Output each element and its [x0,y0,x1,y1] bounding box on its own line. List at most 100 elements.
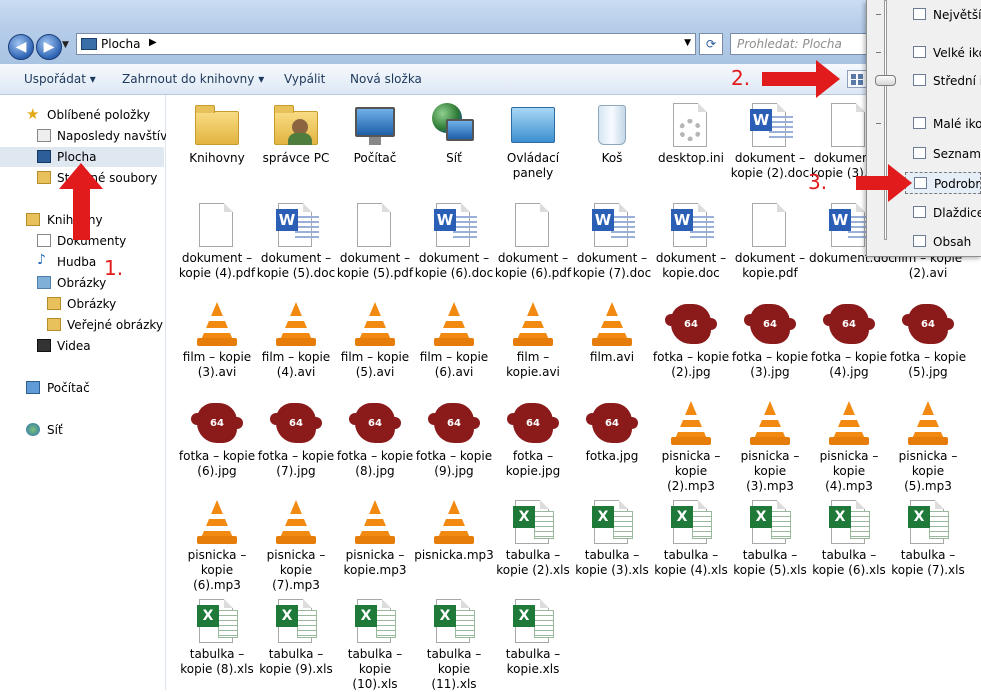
file-item[interactable]: pisnicka – kopie (5).mp3 [888,399,968,494]
address-bar[interactable]: Plocha ▶ ▼ [76,33,696,55]
file-item[interactable]: Ovládací panely [493,101,573,181]
forward-button[interactable]: ▶ [36,34,62,60]
sidebar-item-network[interactable]: Síť [0,420,164,440]
address-dropdown-icon[interactable]: ▼ [684,38,691,48]
file-item[interactable]: Xtabulka – kopie (6).xls [809,498,889,578]
file-item[interactable]: pisnicka – kopie.mp3 [335,498,415,578]
libraries-icon [26,213,40,226]
file-item[interactable]: Wdokument – kopie (6).doc [414,201,494,281]
icon-part: X [355,605,377,627]
recent-pages-dropdown[interactable]: ▼ [62,40,69,50]
view-small-icons[interactable]: Malé ikon [905,113,981,135]
file-item[interactable]: Počítač [335,101,415,166]
view-extra-large-icons[interactable]: Největší i [905,4,981,26]
icon-part [208,514,226,519]
file-item[interactable]: Xtabulka – kopie (8).xls [177,597,257,677]
file-name: film.avi [589,350,635,364]
file-item[interactable]: dokument – kopie (4).pdf [177,201,257,281]
change-view-button[interactable] [847,70,867,88]
file-item[interactable]: film.avi [572,300,652,365]
file-item[interactable]: dokument – kopie.pdf [730,201,810,281]
icon-part [915,427,941,432]
sidebar-item-recent[interactable]: Naposledy navštíver [0,126,180,146]
sidebar-item-public-pictures[interactable]: Veřejné obrázky [0,315,164,335]
include-in-library-button[interactable]: Zahrnout do knihovny ▾ [122,72,264,86]
refresh-button[interactable]: ⟳ [699,33,723,55]
file-name: dokument – kopie (4).pdf [178,251,256,280]
view-list[interactable]: Seznam [905,143,981,165]
file-item[interactable]: 64 fotka – kopie (2).jpg [651,300,731,380]
file-item[interactable]: Xtabulka – kopie (10).xls [335,597,415,692]
file-item[interactable]: Síť [414,101,494,166]
view-size-slider-thumb[interactable] [875,75,896,86]
view-size-slider-track[interactable] [884,0,887,240]
view-large-icons[interactable]: Velké iko [905,42,981,64]
file-item[interactable]: 64 fotka – kopie (6).jpg [177,399,257,479]
file-item[interactable]: film – kopie.avi [493,300,573,380]
file-item[interactable]: Xtabulka – kopie.xls [493,597,573,677]
view-content[interactable]: Obsah [905,231,981,253]
file-item[interactable]: pisnicka – kopie (3).mp3 [730,399,810,494]
sidebar-item-videos[interactable]: Videa [0,336,164,356]
file-item[interactable]: Wdokument – kopie (5).doc [256,201,336,281]
file-item[interactable]: Xtabulka – kopie (4).xls [651,498,731,578]
file-item[interactable]: správce PC [256,101,336,166]
file-item[interactable]: film – kopie (6).avi [414,300,494,380]
file-item[interactable]: 64 fotka.jpg [572,399,652,464]
file-item[interactable]: Wdokument – kopie (2).doc [730,101,810,181]
file-item[interactable]: pisnicka – kopie (6).mp3 [177,498,257,593]
file-item[interactable]: 64 fotka – kopie (8).jpg [335,399,415,479]
file-item[interactable]: Xtabulka – kopie (11).xls [414,597,494,692]
address-location[interactable]: Plocha [101,37,140,51]
file-item[interactable]: Wdokument – kopie (7).doc [572,201,652,281]
file-item[interactable]: 64 fotka – kopie (5).jpg [888,300,968,380]
icon-part [678,427,704,432]
file-item[interactable]: film – kopie (4).avi [256,300,336,380]
file-item[interactable]: Xtabulka – kopie (7).xls [888,498,968,578]
annotation-arrow-right [762,60,840,98]
file-item[interactable]: 64 fotka – kopie (7).jpg [256,399,336,479]
file-item[interactable]: Xtabulka – kopie (3).xls [572,498,652,578]
file-item[interactable]: 64 fotka – kopie (9).jpg [414,399,494,479]
file-item[interactable]: 64 fotka – kopie (3).jpg [730,300,810,380]
file-item[interactable]: dokument – kopie (5).pdf [335,201,415,281]
file-item[interactable]: Xtabulka – kopie (9).xls [256,597,336,677]
back-button[interactable]: ◀ [8,34,34,60]
file-item[interactable]: desktop.ini [651,101,731,166]
file-item[interactable]: pisnicka – kopie (2).mp3 [651,399,731,494]
new-folder-button[interactable]: Nová složka [350,72,422,86]
organize-button[interactable]: Uspořádat ▾ [24,72,96,86]
sidebar-item-pictures[interactable]: Obrázky [0,273,164,293]
file-item[interactable]: pisnicka – kopie (7).mp3 [256,498,336,593]
burn-button[interactable]: Vypálit [284,72,325,86]
sidebar-item-favorites[interactable]: ★ Oblíbené položky [0,105,164,125]
file-name: pisnicka – kopie (3).mp3 [740,449,800,493]
file-item[interactable]: film – kopie (3).avi [177,300,257,380]
file-item[interactable]: film – kopie (5).avi [335,300,415,380]
file-item[interactable]: dokument – kopie (6).pdf [493,201,573,281]
file-item[interactable]: Xtabulka – kopie (2).xls [493,498,573,578]
search-input[interactable]: Prohledat: Plocha [730,33,880,55]
breadcrumb-chevron-icon[interactable]: ▶ [149,37,157,48]
file-item[interactable]: Koš [572,101,652,166]
icon-part [362,526,388,531]
image-viewer-icon: 64 [823,304,875,344]
view-medium-icons[interactable]: Střední ik [905,70,981,92]
file-item[interactable]: pisnicka – kopie (4).mp3 [809,399,889,494]
sidebar-item-music[interactable]: ♪ Hudba [0,252,164,272]
sidebar-item-computer[interactable]: Počítač [0,378,164,398]
file-item[interactable]: pisnicka.mp3 [414,498,494,563]
file-item[interactable]: 64 fotka – kopie.jpg [493,399,573,479]
pdf-file-icon [744,201,796,249]
file-item[interactable]: Knihovny [177,101,257,166]
mp3-file-icon [191,498,243,546]
file-item[interactable]: Xtabulka – kopie (5).xls [730,498,810,578]
view-details[interactable]: Podrobno [905,172,981,194]
view-tiles[interactable]: Dlaždice [905,202,981,224]
file-item[interactable]: 64 fotka – kopie (4).jpg [809,300,889,380]
sidebar-item-pictures-folder[interactable]: Obrázky [0,294,164,314]
file-name: pisnicka.mp3 [414,548,494,562]
mp3-file-icon [744,399,796,447]
file-name: správce PC [262,151,330,165]
file-item[interactable]: Wdokument – kopie.doc [651,201,731,281]
